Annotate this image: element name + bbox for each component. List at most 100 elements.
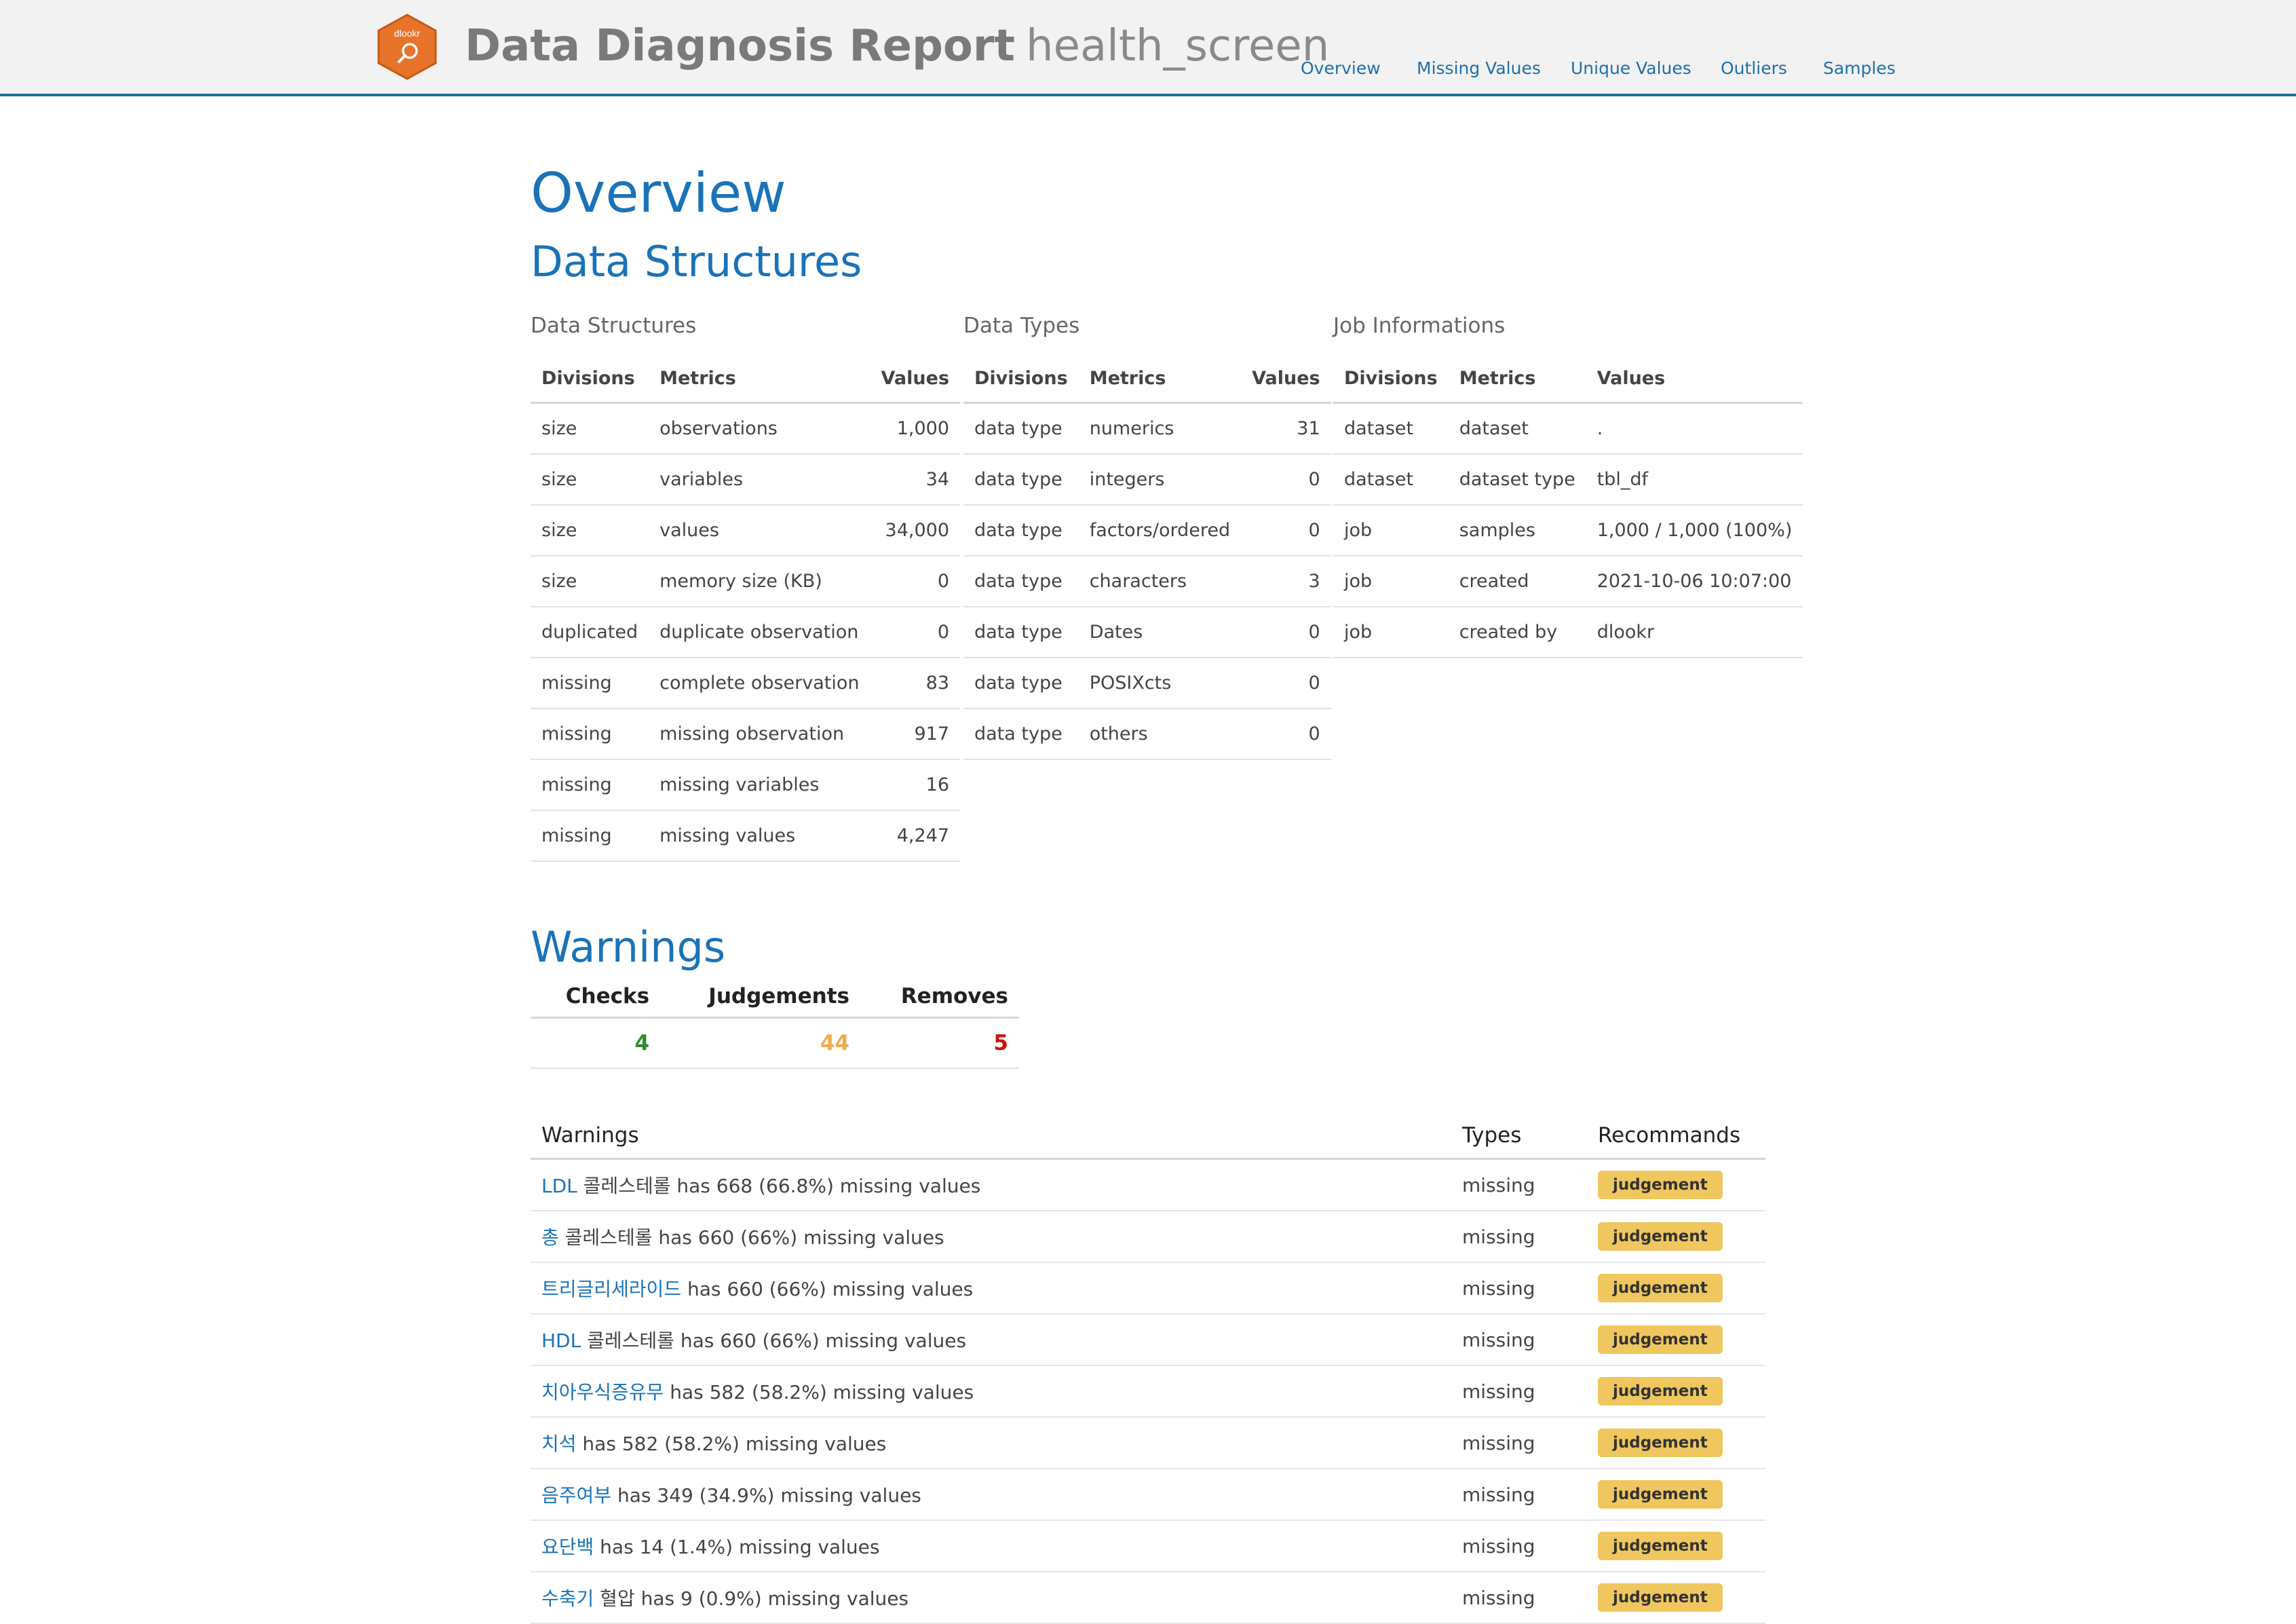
cell-value: 83 [870,658,961,709]
variable-link[interactable]: 트리글리세라이드 [541,1278,681,1300]
nav-missing-values[interactable]: Missing Values [1417,58,1541,86]
variable-link[interactable]: 총 [541,1226,559,1249]
variable-link[interactable]: 치아우식증유무 [541,1381,664,1403]
nav-outliers[interactable]: Outliers [1721,58,1787,86]
cell-division: dataset [1333,454,1449,506]
data-types-caption: Data Types [963,314,1080,338]
cell-division: data type [963,658,1079,709]
cell-metric: missing variables [649,759,870,811]
cell-metric: Dates [1078,607,1242,658]
report-title-main: Data Diagnosis Report [465,21,1015,71]
warning-cell: HDL 콜레스테롤 has 660 (66%) missing values [531,1314,1451,1366]
recommand-cell: judgement [1587,1262,1765,1315]
cell-value: 3 [1241,556,1331,607]
table-row: 총 콜레스테롤 has 660 (66%) missing values miss… [531,1211,1765,1263]
judgement-badge[interactable]: judgement [1598,1325,1723,1354]
judgement-badge[interactable]: judgement [1598,1429,1723,1457]
cell-value: 0 [1241,658,1331,709]
nav-overview[interactable]: Overview [1301,58,1381,86]
recommand-cell: judgement [1587,1520,1765,1572]
table-row: job samples 1,000 / 1,000 (100%) [1333,505,1803,556]
cell-metric: integers [1078,454,1242,506]
variable-link[interactable]: 수축기 [541,1587,594,1610]
warning-text: 혈압 has 9 (0.9%) missing values [594,1587,909,1610]
top-navbar: dlookr Data Diagnosis Report health_scree… [0,0,2296,96]
variable-link[interactable]: LDL [541,1175,577,1197]
table-row: data type characters 3 [963,556,1331,607]
warning-cell: 치석 has 582 (58.2%) missing values [531,1417,1451,1469]
table-row: data type others 0 [963,709,1331,760]
nav-samples[interactable]: Samples [1823,58,1896,86]
col-values: Values [1241,354,1331,404]
overview-heading: Overview [531,162,786,225]
table-row: missing missing variables 16 [531,759,961,811]
variable-link[interactable]: 치석 [541,1433,577,1455]
cell-division: missing [531,759,649,811]
cell-metric: dataset [1448,402,1586,455]
recommand-cell: judgement [1587,1158,1765,1211]
col-removes: Removes [860,976,1019,1019]
recommand-cell: judgement [1587,1417,1765,1469]
table-row: size values 34,000 [531,505,961,556]
cell-metric: complete observation [649,658,870,709]
recommand-cell: judgement [1587,1572,1765,1624]
variable-link[interactable]: 요단백 [541,1536,594,1558]
col-values: Values [870,354,961,404]
cell-value: 34 [870,454,961,506]
cell-metric: variables [649,454,870,506]
judgement-badge[interactable]: judgement [1598,1583,1723,1612]
cell-division: size [531,402,649,455]
judgement-badge[interactable]: judgement [1598,1532,1723,1560]
warning-type: missing [1451,1572,1587,1624]
report-title: Data Diagnosis Report health_screen [465,19,1329,73]
warning-cell: 수축기 혈압 has 9 (0.9%) missing values [531,1572,1451,1624]
variable-link[interactable]: HDL [541,1329,581,1352]
table-row: 트리글리세라이드 has 660 (66%) missing values mis… [531,1262,1765,1315]
judgement-badge[interactable]: judgement [1598,1274,1723,1302]
cell-value: 0 [870,607,961,658]
cell-value: 0 [1241,505,1331,556]
cell-value: 34,000 [870,505,961,556]
warning-type: missing [1451,1158,1587,1211]
col-warnings: Warnings [531,1113,1451,1160]
col-checks: Checks [531,976,661,1019]
table-row: 음주여부 has 349 (34.9%) missing values missi… [531,1469,1765,1521]
table-row: data type numerics 31 [963,402,1331,455]
cell-division: size [531,556,649,607]
judgement-badge[interactable]: judgement [1598,1171,1723,1199]
recommand-cell: judgement [1587,1314,1765,1366]
judgement-badge[interactable]: judgement [1598,1377,1723,1405]
judgement-badge[interactable]: judgement [1598,1480,1723,1509]
variable-link[interactable]: 음주여부 [541,1484,611,1507]
cell-metric: factors/ordered [1078,505,1242,556]
warning-text: has 582 (58.2%) missing values [576,1433,887,1455]
cell-metric: numerics [1078,402,1242,455]
col-divisions: Divisions [531,354,649,404]
table-row: 치석 has 582 (58.2%) missing values missing… [531,1417,1765,1469]
table-row: size memory size (KB) 0 [531,556,961,607]
cell-value: 0 [1241,709,1331,760]
table-row: size variables 34 [531,454,961,506]
judgement-badge[interactable]: judgement [1598,1222,1723,1251]
cell-value: 0 [870,556,961,607]
cell-division: data type [963,454,1079,506]
recommand-cell: judgement [1587,1469,1765,1521]
dlookr-logo-icon[interactable]: dlookr [377,14,438,80]
warning-cell: 트리글리세라이드 has 660 (66%) missing values [531,1262,1451,1315]
job-info-table: Divisions Metrics Values dataset dataset.… [1333,354,1803,658]
nav-unique-values[interactable]: Unique Values [1571,58,1691,86]
cell-value: 1,000 [870,402,961,455]
cell-metric: created by [1448,607,1586,658]
col-divisions: Divisions [1333,354,1449,404]
cell-metric: values [649,505,870,556]
cell-metric: POSIXcts [1078,658,1242,709]
logo-text: dlookr [394,28,420,39]
table-row: size observations 1,000 [531,402,961,455]
col-metrics: Metrics [1448,354,1586,404]
table-row: 수축기 혈압 has 9 (0.9%) missing values missin… [531,1572,1765,1624]
cell-division: data type [963,607,1079,658]
table-row: missing complete observation 83 [531,658,961,709]
job-info-caption: Job Informations [1333,314,1506,338]
warning-text: has 582 (58.2%) missing values [664,1381,974,1403]
report-title-dataset: health_screen [1026,21,1330,71]
